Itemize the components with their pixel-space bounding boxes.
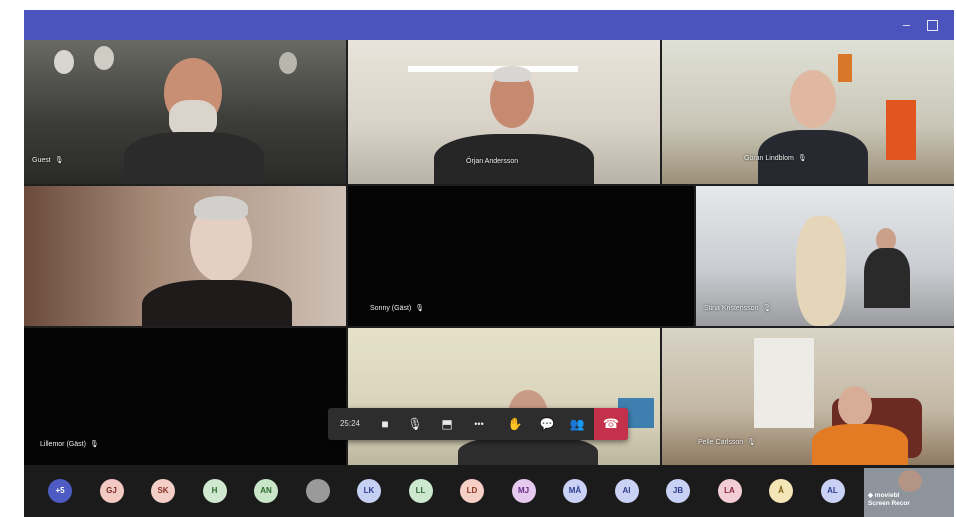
participant-avatar[interactable]: SK <box>151 479 175 503</box>
video-tile[interactable]: Lillemor (Gäst) 🎙 <box>24 328 346 465</box>
mic-icon: 🎙 <box>797 155 807 162</box>
participant-name: Örjan Andersson <box>466 158 519 165</box>
video-tile[interactable] <box>348 328 660 465</box>
participant-video <box>348 328 660 465</box>
participant-avatar[interactable] <box>305 479 330 503</box>
participant-avatar[interactable]: GJ <box>99 479 124 503</box>
video-tile[interactable]: Stina Kristensson 🎙 <box>696 186 954 326</box>
video-tile[interactable]: Pelle Carlsson 🎙 <box>662 328 954 465</box>
more-participants-avatar[interactable]: +5 <box>48 479 72 503</box>
participant-avatar[interactable]: JB <box>666 479 690 503</box>
participant-video <box>662 40 954 184</box>
participant-avatar[interactable]: Å <box>769 479 793 503</box>
meeting-window: – Guest 🎙 Örjan Andersson Göran Lindblom… <box>24 10 954 517</box>
call-controls-bar: 25:24 ■ 🎙 ⬒ ••• ✋ 💬 👥 ☎ <box>328 408 628 440</box>
title-bar: – <box>24 10 954 40</box>
maximize-icon[interactable] <box>927 20 938 31</box>
participant-name: Lillemor (Gäst) 🎙 <box>40 441 99 448</box>
hang-up-button[interactable]: ☎ <box>594 408 628 440</box>
participant-avatar[interactable]: LD <box>460 479 484 503</box>
mic-icon[interactable]: 🎙 <box>400 408 430 440</box>
video-tile[interactable]: Guest 🎙 <box>24 40 346 184</box>
video-tile[interactable] <box>24 186 346 326</box>
mic-icon: 🎙 <box>54 157 64 164</box>
participant-name: Pelle Carlsson 🎙 <box>698 439 757 446</box>
mic-icon: 🎙 <box>89 441 99 448</box>
mic-icon: 🎙 <box>415 305 425 312</box>
participant-avatar[interactable]: LK <box>357 479 381 503</box>
participant-name: Göran Lindblom 🎙 <box>744 155 807 162</box>
participant-video <box>24 40 346 184</box>
participant-avatar[interactable]: LA <box>717 479 742 503</box>
video-tile[interactable]: Sonny (Gäst) 🎙 <box>348 186 694 326</box>
minimize-icon[interactable]: – <box>903 17 910 33</box>
mic-icon: 🎙 <box>747 439 757 446</box>
participant-avatar[interactable]: MJ <box>511 479 536 503</box>
video-tile[interactable]: Göran Lindblom 🎙 <box>662 40 954 184</box>
participant-avatar[interactable]: AN <box>254 479 278 503</box>
participants-bar: +5 GJ SK H AN LK LL LD MJ MÅ AI JB LA Å AL <box>24 465 954 517</box>
chat-icon[interactable]: 💬 <box>532 408 562 440</box>
mic-icon: 🎙 <box>762 305 772 312</box>
participant-avatar[interactable]: AI <box>614 479 639 503</box>
share-screen-icon[interactable]: ⬒ <box>432 408 462 440</box>
participant-name: Stina Kristensson 🎙 <box>704 305 772 312</box>
participant-name: Guest 🎙 <box>32 157 64 164</box>
participants-icon[interactable]: 👥 <box>562 408 592 440</box>
participant-name: Sonny (Gäst) 🎙 <box>370 305 425 312</box>
participant-avatar[interactable]: LL <box>408 479 433 503</box>
more-options-icon[interactable]: ••• <box>464 408 494 440</box>
self-view[interactable]: ◆ moviebl Screen Recor <box>864 468 954 517</box>
raise-hand-icon[interactable]: ✋ <box>500 408 530 440</box>
screen-recorder-watermark: ◆ moviebl Screen Recor <box>868 492 910 507</box>
call-timer: 25:24 <box>339 419 361 428</box>
participant-video <box>24 186 346 326</box>
camera-icon[interactable]: ■ <box>370 408 400 440</box>
participant-avatar[interactable]: AL <box>820 479 845 503</box>
participant-avatar[interactable]: H <box>202 479 227 503</box>
participant-avatar[interactable]: MÅ <box>563 479 587 503</box>
video-tile[interactable]: Örjan Andersson <box>348 40 660 184</box>
